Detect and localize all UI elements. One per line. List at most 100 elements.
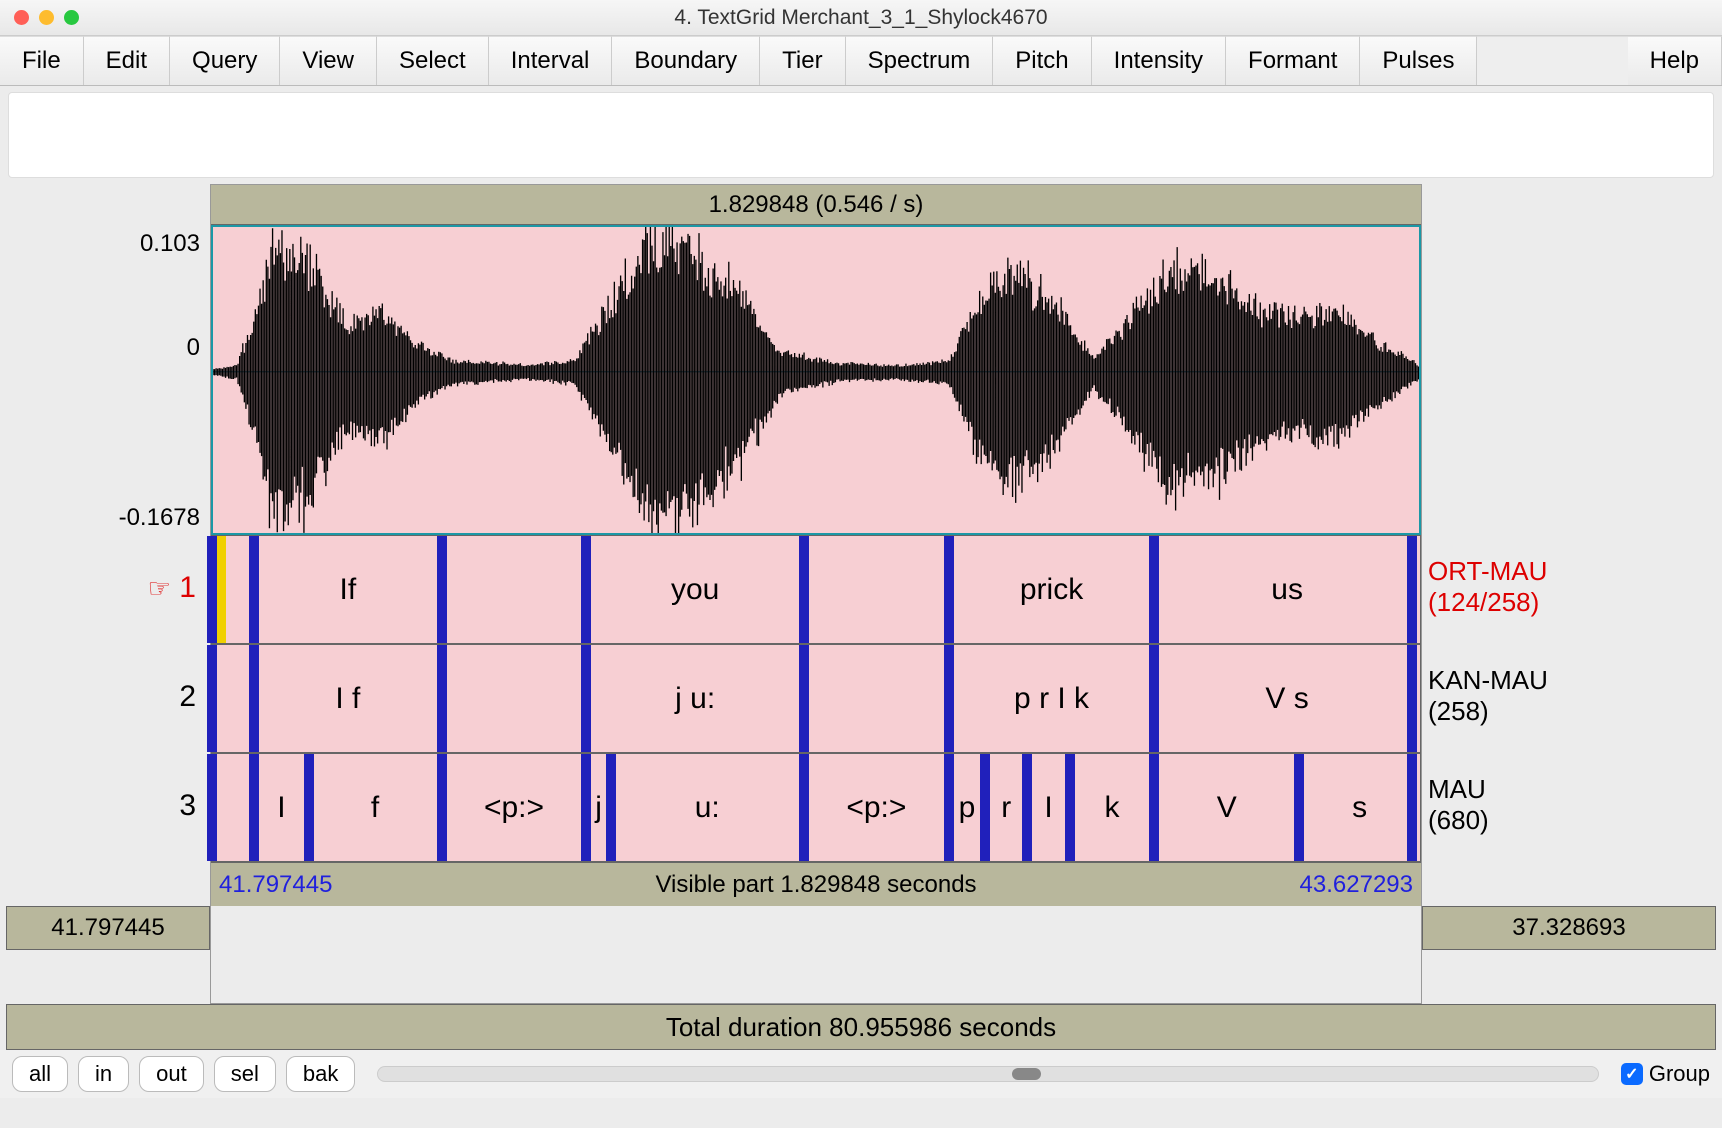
interval-boundary[interactable] (799, 645, 809, 752)
interval-segment[interactable]: r (985, 754, 1027, 861)
interval-boundary[interactable] (1407, 645, 1417, 752)
zoom-all-button[interactable]: all (12, 1056, 68, 1092)
interval-boundary[interactable] (944, 645, 954, 752)
tier-row[interactable]: If you prickus (211, 535, 1421, 644)
interval-segment[interactable]: I (1027, 754, 1069, 861)
interval-boundary[interactable] (249, 645, 259, 752)
interval-segment[interactable]: u: (611, 754, 804, 861)
interval-boundary[interactable] (437, 645, 447, 752)
menu-tier[interactable]: Tier (760, 36, 845, 85)
visible-start: 41.797445 (219, 871, 332, 899)
waveform-svg (213, 227, 1419, 535)
interval-boundary[interactable] (437, 754, 447, 861)
interval-boundary[interactable] (249, 536, 259, 643)
left-gutter: 0.103 0 -0.1678 ☞ 123 41.797445 (0, 184, 210, 1004)
menu-query[interactable]: Query (170, 36, 280, 85)
interval-segment[interactable]: V s (1154, 645, 1420, 752)
interval-boundary[interactable] (207, 645, 217, 752)
interval-boundary[interactable] (799, 536, 809, 643)
zoom-sel-button[interactable]: sel (214, 1056, 276, 1092)
interval-segment[interactable] (804, 536, 949, 643)
menu-spectrum[interactable]: Spectrum (846, 36, 994, 85)
selection-info-strip[interactable]: 1.829848 (0.546 / s) (211, 185, 1421, 225)
interval-boundary[interactable] (581, 536, 591, 643)
interval-boundary[interactable] (1407, 536, 1417, 643)
interval-boundary[interactable] (980, 754, 990, 861)
after-window-time[interactable]: 37.328693 (1422, 906, 1716, 950)
tier-number: 3 (179, 789, 196, 823)
interval-boundary[interactable] (944, 536, 954, 643)
interval-segment[interactable] (442, 536, 587, 643)
interval-segment[interactable] (212, 645, 254, 752)
tiers-container: If you prickus I f j u: p r I kV sIf<p:>ju:<p… (211, 535, 1421, 862)
interval-boundary[interactable] (1149, 536, 1159, 643)
scrollbar-thumb[interactable] (1012, 1068, 1040, 1080)
interval-segment[interactable]: p r I k (949, 645, 1154, 752)
menu-file[interactable]: File (0, 36, 84, 85)
interval-boundary[interactable] (1065, 754, 1075, 861)
interval-boundary[interactable] (304, 754, 314, 861)
interval-segment[interactable]: I f (254, 645, 441, 752)
interval-segment[interactable] (212, 754, 254, 861)
interval-segment[interactable]: f (309, 754, 442, 861)
interval-boundary[interactable] (1149, 754, 1159, 861)
menu-pitch[interactable]: Pitch (993, 36, 1091, 85)
zoom-out-button[interactable]: out (139, 1056, 204, 1092)
zoom-in-button[interactable]: in (78, 1056, 129, 1092)
interval-boundary[interactable] (437, 536, 447, 643)
tier-label: ORT-MAU(124/258) (1428, 556, 1547, 618)
total-duration-strip[interactable]: Total duration 80.955986 seconds (6, 1004, 1716, 1050)
menu-view[interactable]: View (280, 36, 377, 85)
menu-edit[interactable]: Edit (84, 36, 170, 85)
interval-segment[interactable]: I (254, 754, 308, 861)
menu-pulses[interactable]: Pulses (1360, 36, 1477, 85)
interval-boundary[interactable] (799, 754, 809, 861)
menu-boundary[interactable]: Boundary (612, 36, 760, 85)
interval-segment[interactable]: s (1299, 754, 1420, 861)
interval-segment[interactable]: prick (949, 536, 1154, 643)
interval-boundary[interactable] (249, 754, 259, 861)
interval-segment[interactable] (804, 645, 949, 752)
editor-main: 0.103 0 -0.1678 ☞ 123 41.797445 1.829848… (0, 184, 1722, 1004)
interval-boundary[interactable] (944, 754, 954, 861)
group-checkbox[interactable]: ✓ Group (1621, 1061, 1710, 1087)
interval-segment[interactable]: If (254, 536, 441, 643)
interval-boundary[interactable] (207, 536, 217, 643)
waveform-view[interactable] (211, 225, 1421, 535)
interval-boundary[interactable] (1149, 645, 1159, 752)
menu-interval[interactable]: Interval (489, 36, 613, 85)
before-window-time[interactable]: 41.797445 (6, 906, 210, 950)
menu-help[interactable]: Help (1628, 36, 1722, 85)
interval-segment[interactable]: j u: (586, 645, 803, 752)
interval-boundary[interactable] (207, 754, 217, 861)
tier-number: ☞ 1 (148, 571, 196, 605)
interval-segment[interactable]: V (1154, 754, 1299, 861)
interval-segment[interactable]: <p:> (804, 754, 949, 861)
interval-segment[interactable]: us (1154, 536, 1420, 643)
selection-info-text: 1.829848 (0.546 / s) (709, 191, 924, 219)
interval-segment[interactable]: k (1070, 754, 1155, 861)
menu-select[interactable]: Select (377, 36, 489, 85)
zoom-bak-button[interactable]: bak (286, 1056, 355, 1092)
visible-part-strip[interactable]: 41.797445 Visible part 1.829848 seconds … (211, 862, 1421, 906)
waveform-ymin: -0.1678 (119, 504, 200, 532)
menu-intensity[interactable]: Intensity (1092, 36, 1226, 85)
interval-boundary[interactable] (1294, 754, 1304, 861)
interval-segment[interactable]: <p:> (442, 754, 587, 861)
interval-segment[interactable] (442, 645, 587, 752)
blank-toolbar (8, 92, 1714, 178)
interval-boundary[interactable] (1407, 754, 1417, 861)
time-scrollbar[interactable] (377, 1066, 1599, 1082)
interval-boundary[interactable] (1022, 754, 1032, 861)
interval-boundary[interactable] (581, 754, 591, 861)
interval-boundary[interactable] (581, 645, 591, 752)
menu-formant[interactable]: Formant (1226, 36, 1360, 85)
interval-boundary[interactable] (606, 754, 616, 861)
tier-row[interactable]: If<p:>ju:<p:>prIkVs (211, 753, 1421, 862)
tier-row[interactable]: I f j u: p r I kV s (211, 644, 1421, 753)
interval-segment[interactable]: you (586, 536, 803, 643)
visible-end: 43.627293 (1300, 871, 1413, 899)
waveform-ymax: 0.103 (140, 230, 200, 258)
bottom-bar: allinoutselbak ✓ Group (0, 1050, 1722, 1098)
interval-segment[interactable] (212, 536, 254, 643)
